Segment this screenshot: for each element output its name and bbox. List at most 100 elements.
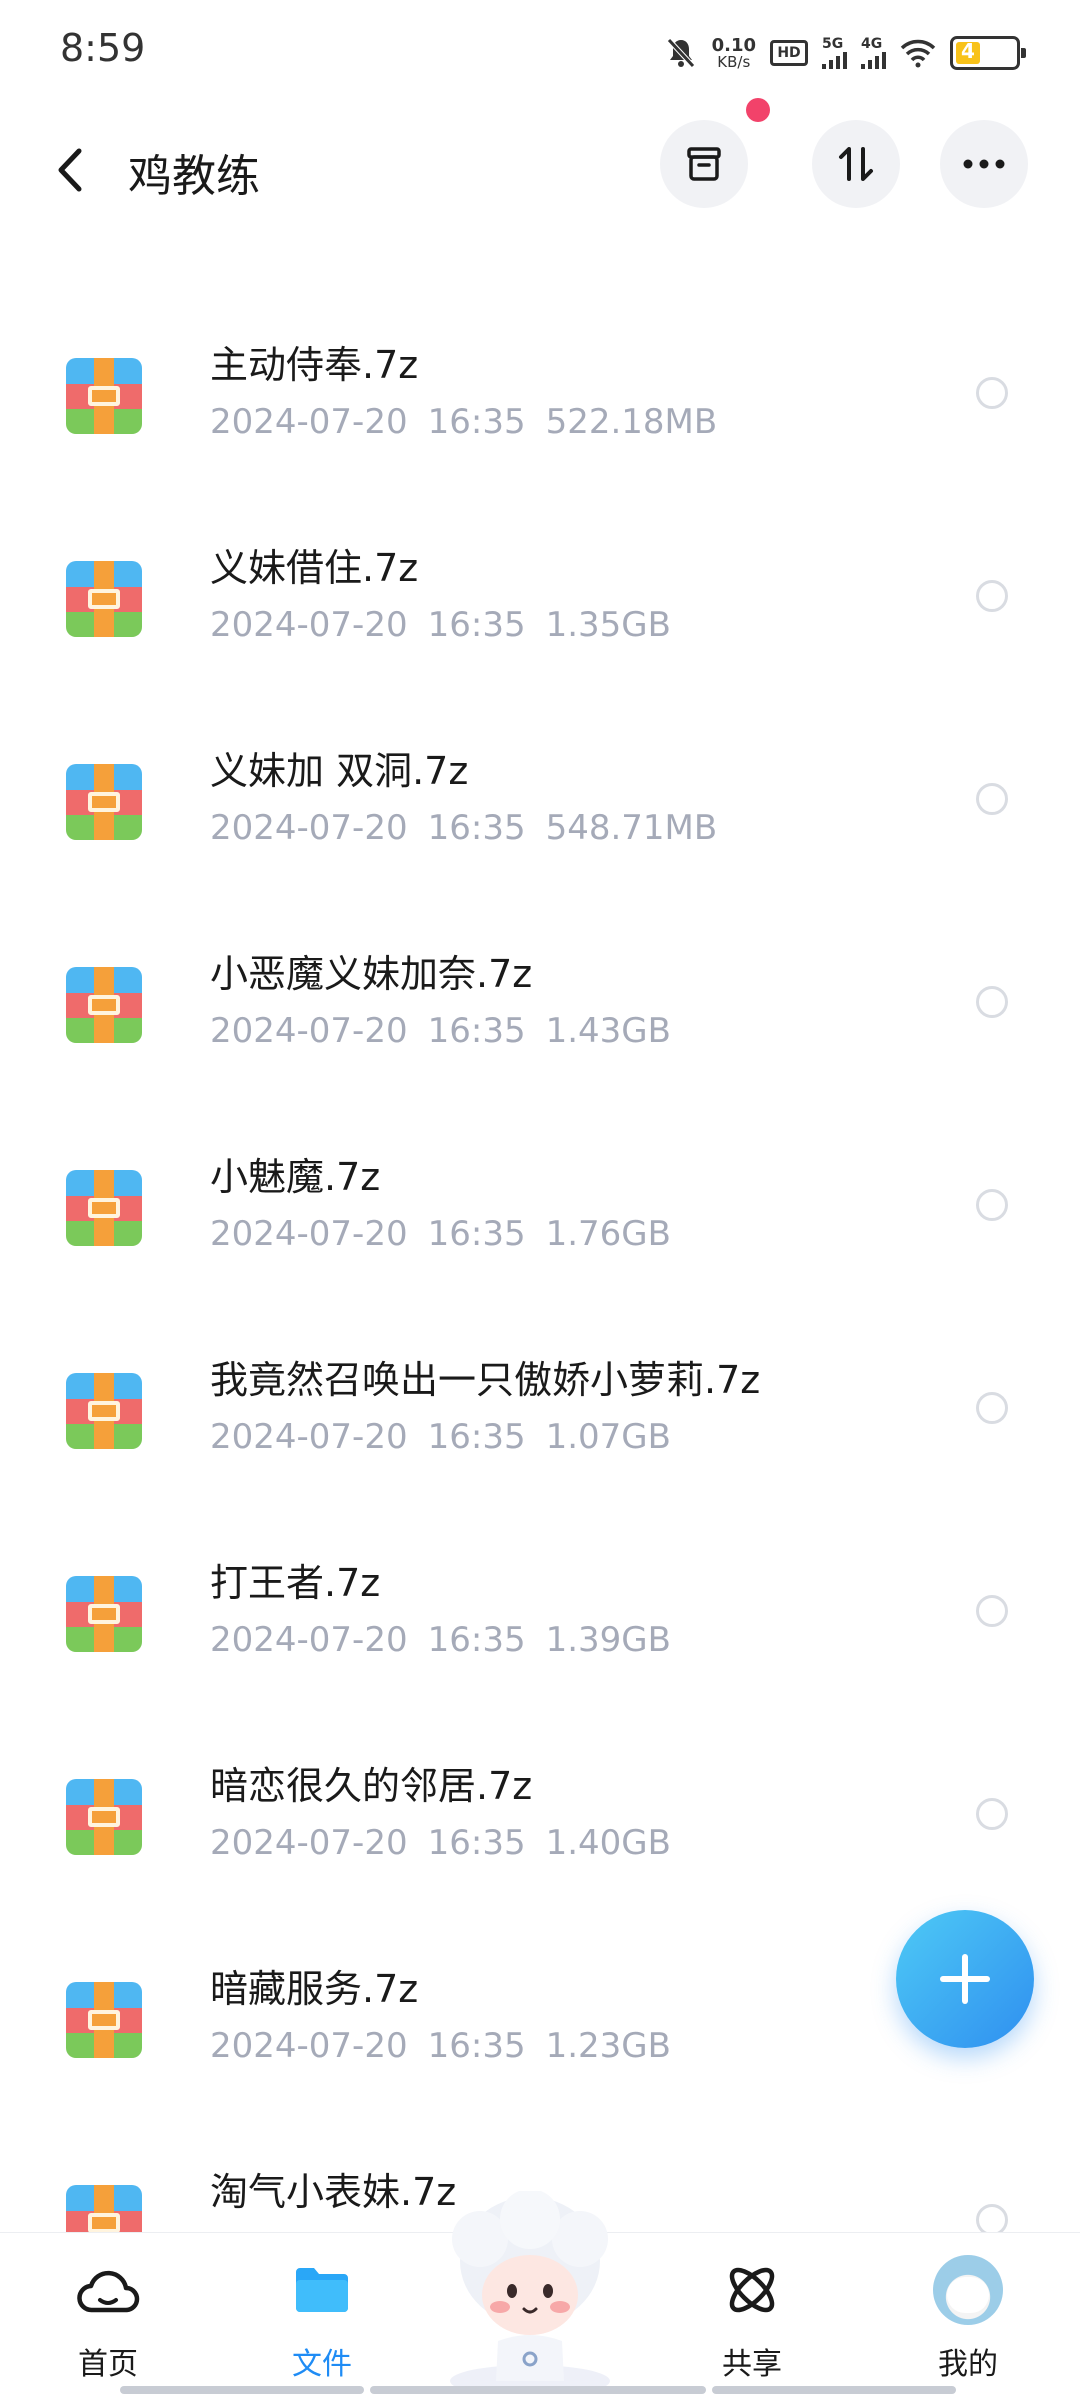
file-date: 2024-07-20 xyxy=(210,402,408,442)
signal-5g: 5G xyxy=(822,37,847,69)
plus-icon xyxy=(940,1954,990,2004)
wifi-icon xyxy=(900,39,936,68)
file-size: 1.40GB xyxy=(545,1823,671,1863)
file-date: 2024-07-20 xyxy=(210,1620,408,1660)
archive-box-icon xyxy=(687,147,721,181)
notification-dot xyxy=(746,98,770,122)
file-row[interactable]: 小魅魔.7z 2024-07-20 16:35 1.76GB xyxy=(0,1102,1080,1305)
assistant-mascot[interactable] xyxy=(440,2189,620,2397)
file-row[interactable]: 暗恋很久的邻居.7z 2024-07-20 16:35 1.40GB xyxy=(0,1711,1080,1914)
file-time: 16:35 xyxy=(427,402,526,442)
file-meta: 2024-07-20 16:35 522.18MB xyxy=(210,402,737,442)
file-time: 16:35 xyxy=(427,1823,526,1863)
select-checkbox[interactable] xyxy=(976,580,1008,612)
archive-file-icon xyxy=(66,1576,142,1652)
sort-button[interactable] xyxy=(812,120,900,208)
file-meta: 2024-07-20 16:35 1.43GB xyxy=(210,1011,691,1051)
file-meta: 2024-07-20 16:35 1.76GB xyxy=(210,1214,691,1254)
file-row[interactable]: 我竟然召唤出一只傲娇小萝莉.7z 2024-07-20 16:35 1.07GB xyxy=(0,1305,1080,1508)
add-button[interactable] xyxy=(896,1910,1034,2048)
file-row[interactable]: 小恶魔义妹加奈.7z 2024-07-20 16:35 1.43GB xyxy=(0,899,1080,1102)
cloud-home-icon xyxy=(77,2270,140,2313)
file-name: 淘气小表妹.7z xyxy=(210,2170,457,2214)
file-time: 16:35 xyxy=(427,1011,526,1051)
file-meta: 2024-07-20 16:35 1.35GB xyxy=(210,605,691,645)
hd-icon: HD xyxy=(770,40,808,66)
sort-arrows-icon xyxy=(839,147,873,181)
select-checkbox[interactable] xyxy=(976,783,1008,815)
file-size: 1.07GB xyxy=(545,1417,671,1457)
nav-mine-label: 我的 xyxy=(938,2347,998,2382)
file-time: 16:35 xyxy=(427,1214,526,1254)
signal-4g: 4G xyxy=(861,37,886,69)
file-size: 1.76GB xyxy=(545,1214,671,1254)
avatar xyxy=(933,2255,1003,2325)
status-time: 8:59 xyxy=(60,26,146,70)
file-name: 小魅魔.7z xyxy=(210,1155,381,1199)
file-row[interactable]: 主动侍奉.7z 2024-07-20 16:35 522.18MB xyxy=(0,290,1080,493)
file-size: 1.35GB xyxy=(545,605,671,645)
select-checkbox[interactable] xyxy=(976,1595,1008,1627)
file-row[interactable]: 义妹借住.7z 2024-07-20 16:35 1.35GB xyxy=(0,493,1080,696)
archive-file-icon xyxy=(66,358,142,434)
file-name: 主动侍奉.7z xyxy=(210,343,419,387)
nav-files-label: 文件 xyxy=(292,2347,352,2382)
network-speed: 0.10 KB/s xyxy=(712,36,756,71)
select-checkbox[interactable] xyxy=(976,1189,1008,1221)
file-meta: 2024-07-20 16:35 548.71MB xyxy=(210,808,737,848)
gesture-bar-segment xyxy=(370,2386,706,2394)
file-name: 我竟然召唤出一只傲娇小萝莉.7z xyxy=(210,1358,761,1402)
file-name: 暗藏服务.7z xyxy=(210,1967,419,2011)
file-size: 522.18MB xyxy=(545,402,718,442)
mute-bell-icon xyxy=(666,38,695,68)
archive-file-icon xyxy=(66,1779,142,1855)
file-name: 义妹借住.7z xyxy=(210,546,419,590)
top-app-bar: 鸡教练 xyxy=(0,98,1080,230)
file-time: 16:35 xyxy=(427,1620,526,1660)
network-speed-unit: KB/s xyxy=(717,52,751,71)
file-meta: 2024-07-20 16:35 1.23GB xyxy=(210,2026,691,2066)
archive-file-icon xyxy=(66,1170,142,1246)
file-name: 打王者.7z xyxy=(210,1561,381,1605)
file-time: 16:35 xyxy=(427,2026,526,2066)
battery-icon: 4 xyxy=(950,36,1026,70)
nav-home-label: 首页 xyxy=(78,2347,138,2382)
transfer-box-button[interactable] xyxy=(660,120,748,208)
battery-level: 4 xyxy=(961,39,975,63)
signal-bars-icon xyxy=(861,51,886,69)
nav-home[interactable]: 首页 xyxy=(38,2255,178,2385)
file-size: 1.39GB xyxy=(545,1620,671,1660)
gesture-bar-segment xyxy=(120,2386,364,2394)
back-button[interactable] xyxy=(40,140,100,200)
nav-files[interactable]: 文件 xyxy=(252,2255,392,2385)
nav-share[interactable]: 共享 xyxy=(682,2255,822,2385)
select-checkbox[interactable] xyxy=(976,1798,1008,1830)
select-checkbox[interactable] xyxy=(976,1392,1008,1424)
orbit-share-icon xyxy=(729,2267,775,2313)
folder-icon xyxy=(296,2268,348,2312)
file-date: 2024-07-20 xyxy=(210,808,408,848)
status-bar: 8:59 0.10 KB/s HD 5G 4G 4 xyxy=(0,0,1080,100)
select-checkbox[interactable] xyxy=(976,986,1008,1018)
archive-file-icon xyxy=(66,967,142,1043)
nav-mine[interactable]: 我的 xyxy=(898,2255,1038,2385)
archive-file-icon xyxy=(66,1373,142,1449)
mascot-icon xyxy=(450,2189,610,2397)
archive-file-icon xyxy=(66,561,142,637)
more-options-button[interactable] xyxy=(940,120,1028,208)
file-size: 1.43GB xyxy=(545,1011,671,1051)
file-date: 2024-07-20 xyxy=(210,1823,408,1863)
select-checkbox[interactable] xyxy=(976,377,1008,409)
file-row[interactable]: 打王者.7z 2024-07-20 16:35 1.39GB xyxy=(0,1508,1080,1711)
page-title: 鸡教练 xyxy=(128,151,260,202)
file-meta: 2024-07-20 16:35 1.39GB xyxy=(210,1620,691,1660)
status-icons: 0.10 KB/s HD 5G 4G 4 xyxy=(664,30,1026,76)
file-name: 暗恋很久的邻居.7z xyxy=(210,1764,533,1808)
file-time: 16:35 xyxy=(427,808,526,848)
chevron-left-icon xyxy=(58,148,82,192)
file-name: 义妹加 双洞.7z xyxy=(210,749,469,793)
file-row[interactable]: 义妹加 双洞.7z 2024-07-20 16:35 548.71MB xyxy=(0,696,1080,899)
file-time: 16:35 xyxy=(427,1417,526,1457)
file-meta: 2024-07-20 16:35 1.40GB xyxy=(210,1823,691,1863)
bottom-nav: 首页 文件 共享 我的 xyxy=(0,2189,1080,2400)
